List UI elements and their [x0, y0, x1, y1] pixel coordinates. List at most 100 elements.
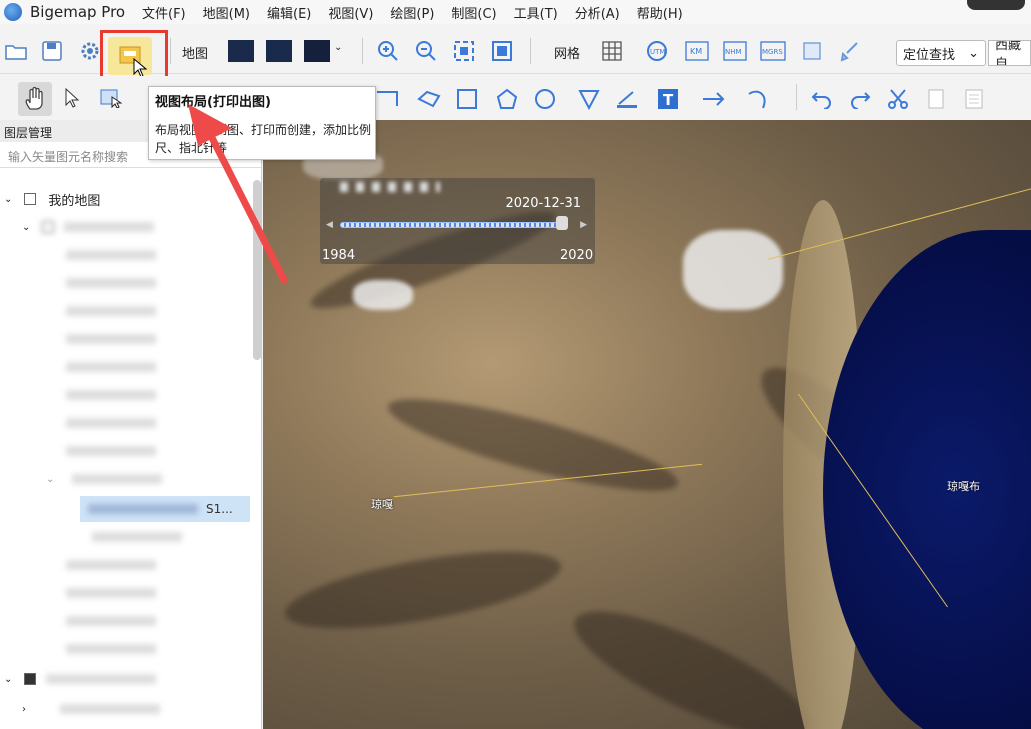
menu-analysis[interactable]: 分析(A) [575, 3, 620, 22]
blurred-layer-name [66, 362, 156, 372]
box-select-icon[interactable] [100, 86, 122, 110]
tree-row-checkbox[interactable] [42, 221, 55, 233]
utm-grid-icon[interactable]: UTM [644, 40, 670, 62]
clear-brush-icon[interactable] [838, 40, 862, 62]
chevron-down-icon[interactable]: ⌄ [46, 474, 54, 485]
window-controls[interactable] [967, 0, 1025, 10]
tree-row[interactable] [0, 382, 262, 408]
region-select[interactable]: 西藏自 [988, 40, 1031, 66]
tree-row[interactable] [0, 636, 262, 662]
menu-file[interactable]: 文件(F) [142, 3, 186, 22]
blurred-layer-name [66, 390, 156, 400]
menu-draw[interactable]: 绘图(P) [390, 3, 434, 22]
menu-edit[interactable]: 编辑(E) [267, 3, 311, 22]
basemap-thumb-3[interactable] [304, 40, 330, 62]
timeline-current-date: 2020-12-31 [505, 196, 581, 211]
timeline-prev-icon[interactable]: ◀ [326, 220, 333, 230]
svg-text:KM: KM [690, 47, 702, 56]
sector-draw-icon[interactable] [576, 88, 602, 110]
export-icon[interactable] [800, 40, 824, 62]
measure-icon[interactable] [614, 88, 640, 110]
blurred-layer-name [66, 644, 156, 654]
tree-row[interactable] [0, 608, 262, 634]
imagery-timeline: 2020-12-31 ◀ ▶ 1984 2020 [320, 178, 595, 264]
basemap-thumb-1[interactable] [228, 40, 254, 62]
chevron-down-icon[interactable]: ⌄ [4, 674, 12, 685]
chevron-down-icon[interactable]: ⌄ [4, 194, 12, 205]
timeline-blurred-title [340, 182, 440, 192]
full-extent-icon[interactable] [490, 40, 514, 62]
menu-view[interactable]: 视图(V) [328, 3, 373, 22]
menu-map[interactable]: 地图(M) [203, 3, 250, 22]
blurred-layer-name [60, 704, 160, 714]
locate-search-select[interactable]: 定位查找 ⌄ [896, 40, 986, 66]
timeline-slider-thumb[interactable] [556, 216, 568, 230]
timeline-slider-track[interactable] [340, 222, 568, 228]
circle-draw-icon[interactable] [532, 88, 558, 110]
blurred-layer-name [66, 446, 156, 456]
tree-row[interactable]: ⌄ [0, 666, 262, 692]
undo-icon[interactable] [810, 88, 834, 110]
km-grid-icon[interactable]: KM [684, 40, 710, 62]
app-title: Bigemap Pro [30, 3, 126, 21]
chevron-down-icon[interactable]: ⌄ [22, 222, 30, 233]
svg-text:T: T [663, 91, 674, 109]
blurred-layer-name [66, 306, 156, 316]
pentagon-draw-icon[interactable] [494, 88, 520, 110]
pan-hand-icon[interactable] [18, 82, 52, 116]
basemap-thumb-2[interactable] [266, 40, 292, 62]
menu-help[interactable]: 帮助(H) [637, 3, 683, 22]
blurred-layer-name [66, 616, 156, 626]
open-folder-icon[interactable] [4, 40, 28, 62]
timeline-end-year: 2020 [560, 248, 594, 263]
tree-row[interactable] [0, 298, 262, 324]
tree-row[interactable] [0, 580, 262, 606]
zoom-out-icon[interactable] [414, 40, 438, 62]
tree-row[interactable]: › [0, 696, 262, 722]
blurred-layer-name [64, 222, 155, 232]
map-label[interactable]: 地图 [182, 42, 208, 62]
timeline-next-icon[interactable]: ▶ [580, 220, 587, 230]
square-draw-icon[interactable] [454, 88, 480, 110]
tree-row[interactable] [0, 326, 262, 352]
rectangle-draw-icon[interactable] [374, 88, 400, 110]
tree-row[interactable] [0, 552, 262, 578]
paste-icon[interactable] [962, 88, 986, 110]
settings-gear-icon[interactable] [78, 40, 102, 62]
place-label: 琼嘎 [371, 498, 393, 511]
tree-row[interactable]: ⌄ [0, 466, 262, 492]
tree-row[interactable] [0, 354, 262, 380]
redo-icon[interactable] [848, 88, 872, 110]
zoom-extent-icon[interactable] [452, 40, 476, 62]
polygon-draw-icon[interactable] [416, 88, 442, 110]
menu-tools[interactable]: 工具(T) [514, 3, 558, 22]
selected-layer-suffix: S1... [206, 502, 233, 516]
root-checkbox[interactable] [24, 193, 37, 205]
text-tool-icon[interactable]: T [656, 88, 680, 110]
tree-row[interactable] [0, 524, 262, 550]
svg-text:UTM: UTM [650, 48, 665, 56]
arrow-draw-icon[interactable] [700, 88, 728, 110]
curve-draw-icon[interactable] [744, 88, 772, 110]
app-logo [4, 3, 22, 21]
copy-icon[interactable] [924, 88, 948, 110]
chevron-down-icon: ⌄ [968, 45, 979, 61]
tree-row[interactable] [0, 410, 262, 436]
blurred-layer-name [88, 504, 198, 514]
group-checkbox[interactable] [24, 673, 37, 685]
chevron-down-icon[interactable]: ⌄ [334, 42, 342, 53]
grid-icon[interactable] [600, 40, 624, 62]
tree-row-selected[interactable]: S1... [80, 496, 250, 522]
mgrs-grid-icon[interactable]: MGRS [760, 40, 786, 62]
zoom-in-icon[interactable] [376, 40, 400, 62]
blurred-layer-name [72, 474, 163, 484]
grid-label[interactable]: 网格 [554, 42, 580, 62]
chevron-right-icon[interactable]: › [22, 704, 26, 715]
menu-cartography[interactable]: 制图(C) [451, 3, 496, 22]
nhm-grid-icon[interactable]: NHM [722, 40, 748, 62]
cut-icon[interactable] [886, 88, 910, 110]
tree-row[interactable] [0, 438, 262, 464]
save-icon[interactable] [40, 40, 64, 62]
select-arrow-icon[interactable] [62, 86, 82, 110]
blurred-layer-name [66, 588, 156, 598]
